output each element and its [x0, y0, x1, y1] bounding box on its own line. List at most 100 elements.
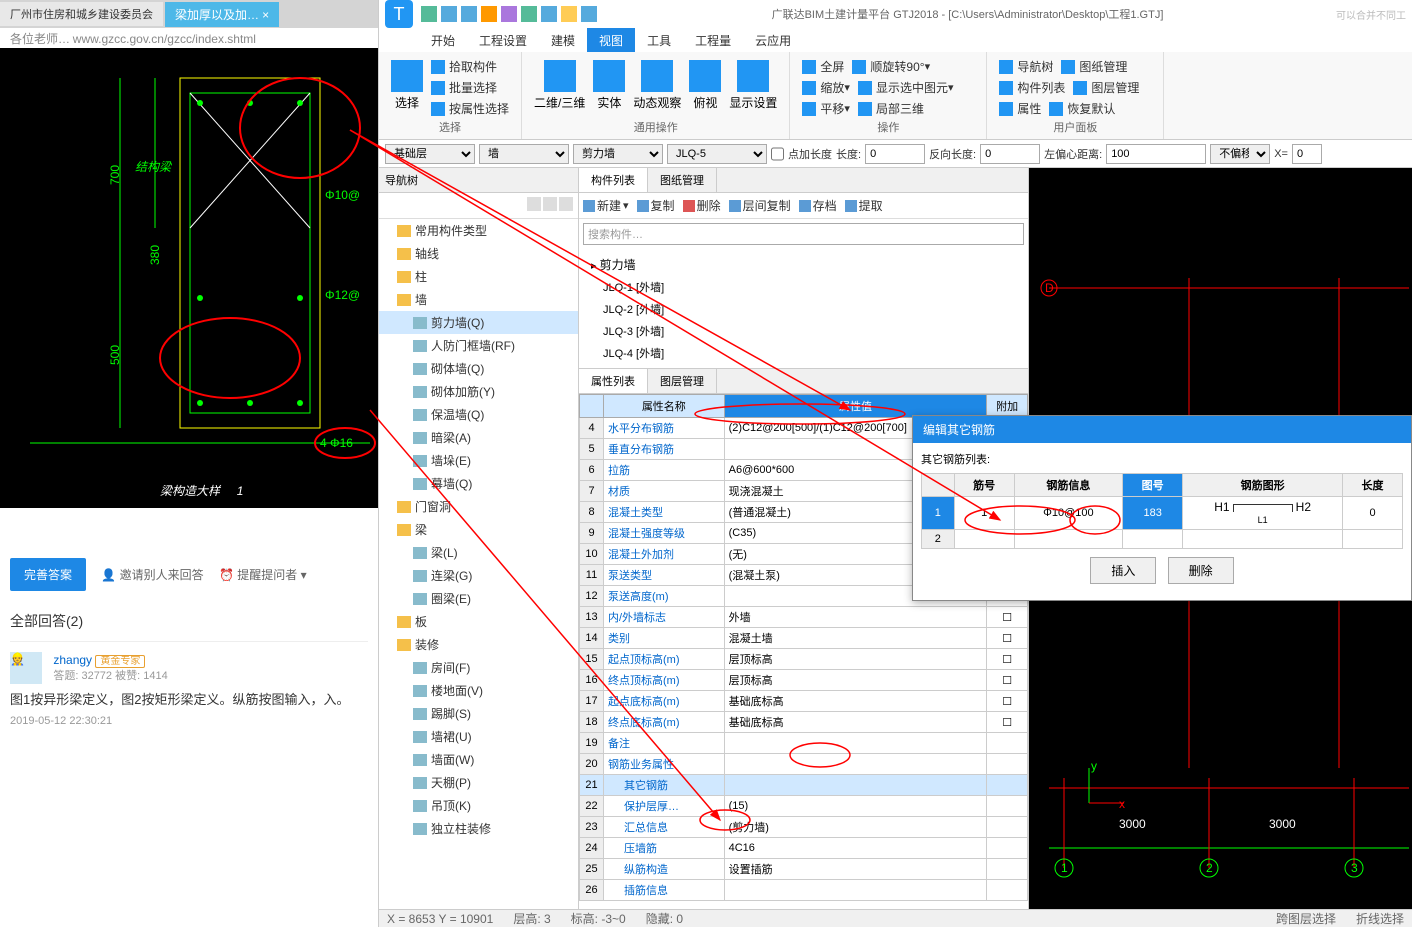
comp-item[interactable]: JLQ-3 [外墙]: [583, 320, 1024, 342]
ecc-input[interactable]: [1106, 144, 1206, 164]
qat-ruler-icon[interactable]: [561, 6, 577, 22]
nav-tree-button[interactable]: 导航树: [995, 56, 1057, 77]
comp-item[interactable]: JLQ-2 [外墙]: [583, 298, 1024, 320]
tree-beam-g[interactable]: 连梁(G): [379, 564, 578, 587]
copy-button[interactable]: 复制: [637, 197, 675, 214]
tree-slab[interactable]: 板: [379, 610, 578, 633]
menu-quantity[interactable]: 工程量: [683, 28, 743, 52]
local-3d-button[interactable]: 局部三维: [854, 98, 928, 119]
property-row[interactable]: 14类别混凝土墙☐: [580, 628, 1028, 649]
property-row[interactable]: 13内/外墙标志外墙☐: [580, 607, 1028, 628]
extract-button[interactable]: 提取: [845, 197, 883, 214]
comp-root[interactable]: ▸ 剪力墙: [583, 253, 1024, 276]
tree-curtain[interactable]: 幕墙(Q): [379, 472, 578, 495]
menu-cloud[interactable]: 云应用: [743, 28, 803, 52]
tree-insulation[interactable]: 保温墙(Q): [379, 403, 578, 426]
property-row[interactable]: 24压墙筋4C16: [580, 838, 1028, 859]
batch-select-button[interactable]: 批量选择: [427, 77, 513, 98]
menu-settings[interactable]: 工程设置: [467, 28, 539, 52]
search-input[interactable]: 搜索构件…: [583, 223, 1024, 245]
invite-link[interactable]: 👤 邀请别人来回答: [101, 568, 203, 582]
qat-icon[interactable]: [521, 6, 537, 22]
dynamic-view-button[interactable]: 动态观察: [629, 56, 685, 115]
reverse-length-input[interactable]: [980, 144, 1040, 164]
floor-select[interactable]: 基础层: [385, 144, 475, 164]
category-select[interactable]: 墙: [479, 144, 569, 164]
qat-icon[interactable]: [581, 6, 597, 22]
solid-button[interactable]: 实体: [589, 56, 629, 115]
tree-beam-e[interactable]: 圈梁(E): [379, 587, 578, 610]
x-input[interactable]: [1292, 144, 1322, 164]
property-row[interactable]: 15起点顶标高(m)层顶标高☐: [580, 649, 1028, 670]
property-row[interactable]: 16终点顶标高(m)层顶标高☐: [580, 670, 1028, 691]
tree-shear-wall[interactable]: 剪力墙(Q): [379, 311, 578, 334]
menu-start[interactable]: 开始: [419, 28, 467, 52]
zoom-button[interactable]: 缩放 ▾: [798, 77, 854, 98]
view-list-icon[interactable]: [527, 197, 541, 211]
property-row[interactable]: 22保护层厚…(15): [580, 796, 1028, 817]
tree-column[interactable]: 柱: [379, 265, 578, 288]
select-button[interactable]: 选择: [387, 56, 427, 119]
qat-save-icon[interactable]: [421, 6, 437, 22]
status-cross[interactable]: 跨图层选择: [1276, 910, 1336, 927]
qat-icon[interactable]: [501, 6, 517, 22]
menu-view[interactable]: 视图: [587, 28, 635, 52]
tree-colfin[interactable]: 独立柱装修: [379, 817, 578, 840]
tree-common[interactable]: 常用构件类型: [379, 219, 578, 242]
rotate-button[interactable]: 顺旋转90° ▾: [848, 56, 934, 77]
comp-item[interactable]: JLQ-1 [外墙]: [583, 276, 1024, 298]
qat-icon[interactable]: [541, 6, 557, 22]
length-input[interactable]: [865, 144, 925, 164]
tree-masonry[interactable]: 砌体墙(Q): [379, 357, 578, 380]
pan-button[interactable]: 平移 ▾: [798, 98, 854, 119]
show-selected-button[interactable]: 显示选中图元 ▾: [854, 77, 958, 98]
new-button[interactable]: 新建 ▾: [583, 197, 629, 214]
fullscreen-button[interactable]: 全屏: [798, 56, 848, 77]
tree-beam[interactable]: 梁: [379, 518, 578, 541]
browser-tab-1[interactable]: 厂州市住房和城乡建设委员会: [0, 2, 163, 26]
delete-rebar-button[interactable]: 删除: [1168, 557, 1234, 584]
menu-model[interactable]: 建模: [539, 28, 587, 52]
add-length-checkbox[interactable]: [771, 144, 784, 164]
tree-beam-l[interactable]: 梁(L): [379, 541, 578, 564]
component-select[interactable]: JLQ-5: [667, 144, 767, 164]
property-row[interactable]: 20钢筋业务属性: [580, 754, 1028, 775]
comp-item[interactable]: JLQ-4 [外墙]: [583, 342, 1024, 364]
display-settings-button[interactable]: 显示设置: [725, 56, 781, 115]
tree-floorfin[interactable]: 楼地面(V): [379, 679, 578, 702]
offset-select[interactable]: 不偏移: [1210, 144, 1270, 164]
menu-tools[interactable]: 工具: [635, 28, 683, 52]
property-row[interactable]: 21其它钢筋: [580, 775, 1028, 796]
tree-civil-wall[interactable]: 人防门框墙(RF): [379, 334, 578, 357]
close-icon[interactable]: ×: [262, 8, 269, 22]
filter-select-button[interactable]: 按属性选择: [427, 98, 513, 119]
tree-wall[interactable]: 墙: [379, 288, 578, 311]
property-row[interactable]: 26插筋信息: [580, 880, 1028, 901]
tree-decoration[interactable]: 装修: [379, 633, 578, 656]
2d3d-button[interactable]: 二维/三维: [530, 56, 589, 115]
tree-infill[interactable]: 砌体加筋(Y): [379, 380, 578, 403]
tree-hidden-beam[interactable]: 暗梁(A): [379, 426, 578, 449]
prop-button[interactable]: 属性: [995, 98, 1045, 119]
tree-axis[interactable]: 轴线: [379, 242, 578, 265]
qat-undo-icon[interactable]: [441, 6, 457, 22]
view-tree-icon[interactable]: [559, 197, 573, 211]
layer-mgr-button[interactable]: 图层管理: [1069, 77, 1143, 98]
tree-opening[interactable]: 门窗洞: [379, 495, 578, 518]
tree-skirt[interactable]: 踢脚(S): [379, 702, 578, 725]
tab-layer-mgr[interactable]: 图层管理: [648, 369, 717, 393]
tree-wainscot[interactable]: 墙裙(U): [379, 725, 578, 748]
type-select[interactable]: 剪力墙: [573, 144, 663, 164]
view-grid-icon[interactable]: [543, 197, 557, 211]
browser-tab-2[interactable]: 梁加厚以及加… ×: [165, 2, 279, 27]
qat-redo-icon[interactable]: [461, 6, 477, 22]
restore-button[interactable]: 恢复默认: [1045, 98, 1119, 119]
intercopy-button[interactable]: 层间复制: [729, 197, 791, 214]
tab-component-list[interactable]: 构件列表: [579, 168, 648, 192]
property-row[interactable]: 19备注: [580, 733, 1028, 754]
property-row[interactable]: 23汇总信息(剪力墙): [580, 817, 1028, 838]
tab-property-list[interactable]: 属性列表: [579, 369, 648, 393]
tree-room[interactable]: 房间(F): [379, 656, 578, 679]
tree-lintel[interactable]: 墙垛(E): [379, 449, 578, 472]
status-fold[interactable]: 折线选择: [1356, 910, 1404, 927]
